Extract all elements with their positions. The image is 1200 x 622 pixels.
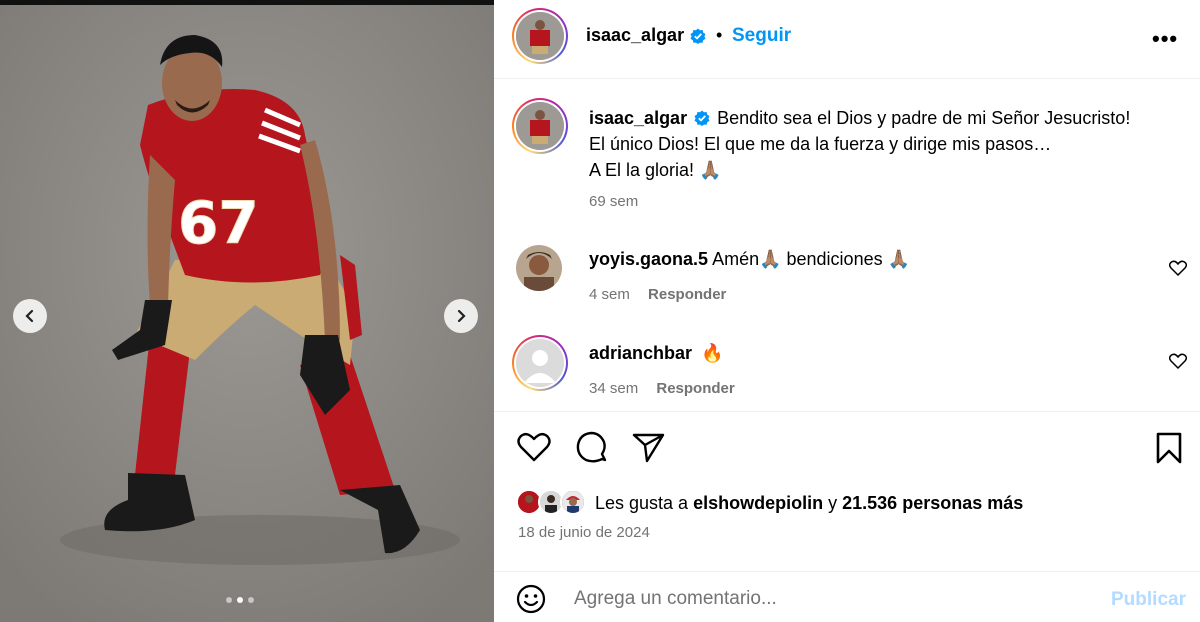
comment-username[interactable]: adrianchbar <box>589 343 692 363</box>
default-avatar-icon <box>516 339 564 387</box>
comment-timestamp: 34 sem <box>589 380 639 397</box>
comment-avatar[interactable] <box>512 335 568 391</box>
share-send-icon[interactable] <box>632 432 666 464</box>
post-media[interactable]: 67 <box>0 0 494 622</box>
caption-line: A El la gloria! 🙏🏽 <box>589 160 722 180</box>
like-comment-icon[interactable] <box>1169 353 1187 369</box>
caption-line: Bendito sea el Dios y padre de mi Señor … <box>717 108 1131 128</box>
player-photo: 67 <box>0 5 494 622</box>
comment-input[interactable] <box>574 585 1074 613</box>
avatar-image <box>562 491 584 513</box>
caption-username[interactable]: isaac_algar <box>589 108 687 128</box>
verified-badge-icon <box>690 28 706 44</box>
header-separator: • <box>716 25 723 45</box>
post-caption: isaac_algar Bendito sea el Dios y padre … <box>589 105 1179 183</box>
likes-prefix: Les gusta a <box>595 493 689 513</box>
comment: yoyis.gaona.5 Amén🙏🏽 bendiciones 🙏🏽 <box>589 249 910 270</box>
like-comment-icon[interactable] <box>1169 260 1187 276</box>
caption-timestamp: 69 sem <box>589 193 639 210</box>
save-bookmark-icon[interactable] <box>1155 432 1183 464</box>
comment-body: Amén🙏🏽 bendiciones 🙏🏽 <box>712 249 910 269</box>
reply-button[interactable]: Responder <box>648 286 726 303</box>
carousel-dot <box>248 597 254 603</box>
comment-meta: 4 sem Responder <box>589 286 726 303</box>
reply-button[interactable]: Responder <box>656 380 734 397</box>
add-comment-bar: Publicar <box>494 571 1200 622</box>
post-details-panel: isaac_algar • Seguir ••• isaac_algar Ben… <box>494 0 1200 622</box>
comment-avatar[interactable] <box>516 245 562 291</box>
post-date: 18 de junio de 2024 <box>518 524 650 541</box>
author-username[interactable]: isaac_algar <box>586 25 684 46</box>
more-options-button[interactable]: ••• <box>1152 26 1178 52</box>
previous-slide-button[interactable] <box>13 299 47 333</box>
likes-summary: Les gusta a elshowdepiolin y 21.536 pers… <box>595 493 1023 514</box>
comment-timestamp: 4 sem <box>589 286 630 303</box>
comment-body: 🔥 <box>701 343 724 363</box>
author-avatar[interactable] <box>512 8 568 64</box>
emoji-smiley-icon[interactable] <box>516 584 546 614</box>
verified-badge-icon <box>694 110 710 126</box>
publish-button[interactable]: Publicar <box>1111 589 1186 611</box>
chevron-right-icon <box>457 309 466 323</box>
avatar-image <box>516 102 564 150</box>
carousel-dot <box>226 597 232 603</box>
caption-line: El único Dios! El que me da la fuerza y … <box>589 134 1052 154</box>
likes-connector: y <box>828 493 838 513</box>
comment-bubble-icon[interactable] <box>575 431 609 465</box>
jersey-number: 67 <box>178 189 259 257</box>
avatar-image <box>540 491 562 513</box>
avatar-image <box>516 12 564 60</box>
caption-author-avatar[interactable] <box>512 98 568 154</box>
avatar-image <box>516 245 562 291</box>
comment: adrianchbar 🔥 <box>589 343 723 364</box>
like-heart-icon[interactable] <box>517 432 551 462</box>
carousel-indicator <box>226 597 254 603</box>
carousel-dot-active <box>237 597 243 603</box>
avatar-image <box>518 491 540 513</box>
liker-avatar[interactable] <box>560 489 586 515</box>
likes-count[interactable]: 21.536 personas más <box>842 493 1023 513</box>
likes-user[interactable]: elshowdepiolin <box>693 493 823 513</box>
post-header: isaac_algar • Seguir ••• <box>494 0 1200 79</box>
follow-button[interactable]: Seguir <box>732 25 791 47</box>
next-slide-button[interactable] <box>444 299 478 333</box>
comment-meta: 34 sem Responder <box>589 380 735 397</box>
comment-username[interactable]: yoyis.gaona.5 <box>589 249 708 269</box>
chevron-left-icon <box>25 309 34 323</box>
